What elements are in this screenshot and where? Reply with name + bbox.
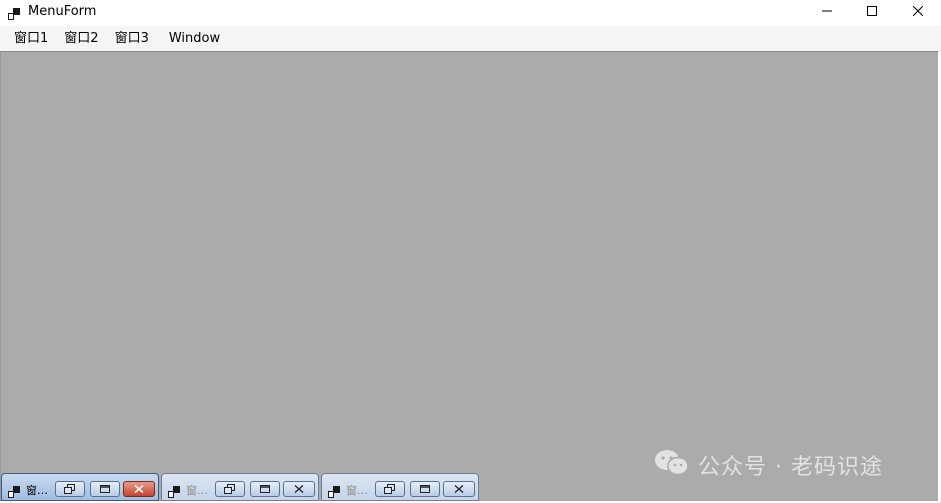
restore-icon <box>224 484 235 494</box>
maximize-icon <box>100 485 110 493</box>
watermark-text: 公众号 · 老码识途 <box>698 455 883 480</box>
menu-item-window3[interactable]: 窗口3 <box>107 28 157 50</box>
window-title: MenuForm <box>28 4 97 19</box>
child-window-icon <box>8 483 20 498</box>
close-icon <box>294 485 304 493</box>
child-close-button[interactable] <box>443 481 475 497</box>
minimized-child-window-3[interactable]: 窗… <box>321 473 479 501</box>
maximize-icon <box>420 485 430 493</box>
main-window: MenuForm 窗口1 窗口2 窗口3 Window 窗… 窗… 窗… 公众号… <box>0 0 941 503</box>
minimized-child-window-1[interactable]: 窗… <box>1 473 159 501</box>
child-window-title: 窗… <box>186 484 208 497</box>
watermark: 公众号 · 老码识途 <box>654 449 883 481</box>
maximize-button[interactable] <box>849 0 895 22</box>
child-close-button[interactable] <box>283 481 315 497</box>
child-close-button[interactable] <box>123 481 155 497</box>
app-icon <box>8 5 20 20</box>
menu-bar: 窗口1 窗口2 窗口3 Window <box>0 26 941 51</box>
close-icon <box>913 6 923 16</box>
maximize-icon <box>260 485 270 493</box>
close-icon <box>454 485 464 493</box>
child-restore-button[interactable] <box>215 481 245 497</box>
mdi-client-area[interactable] <box>0 51 939 501</box>
minimized-child-window-2[interactable]: 窗… <box>161 473 319 501</box>
minimize-button[interactable] <box>804 0 850 22</box>
child-window-title: 窗… <box>26 484 48 497</box>
menu-item-window1[interactable]: 窗口1 <box>6 28 56 50</box>
child-restore-button[interactable] <box>375 481 405 497</box>
close-button[interactable] <box>895 0 941 22</box>
child-maximize-button[interactable] <box>90 481 120 497</box>
menu-item-window2[interactable]: 窗口2 <box>56 28 106 50</box>
child-maximize-button[interactable] <box>410 481 440 497</box>
maximize-icon <box>867 6 877 16</box>
child-maximize-button[interactable] <box>250 481 280 497</box>
wechat-icon <box>654 449 690 481</box>
title-bar[interactable]: MenuForm <box>0 0 941 24</box>
child-window-icon <box>328 483 340 498</box>
child-window-icon <box>168 483 180 498</box>
minimize-icon <box>822 10 832 12</box>
restore-icon <box>384 484 395 494</box>
child-window-title: 窗… <box>346 484 368 497</box>
menu-item-window-list[interactable]: Window <box>161 28 228 50</box>
close-icon <box>134 485 144 493</box>
child-restore-button[interactable] <box>55 481 85 497</box>
restore-icon <box>64 484 75 494</box>
